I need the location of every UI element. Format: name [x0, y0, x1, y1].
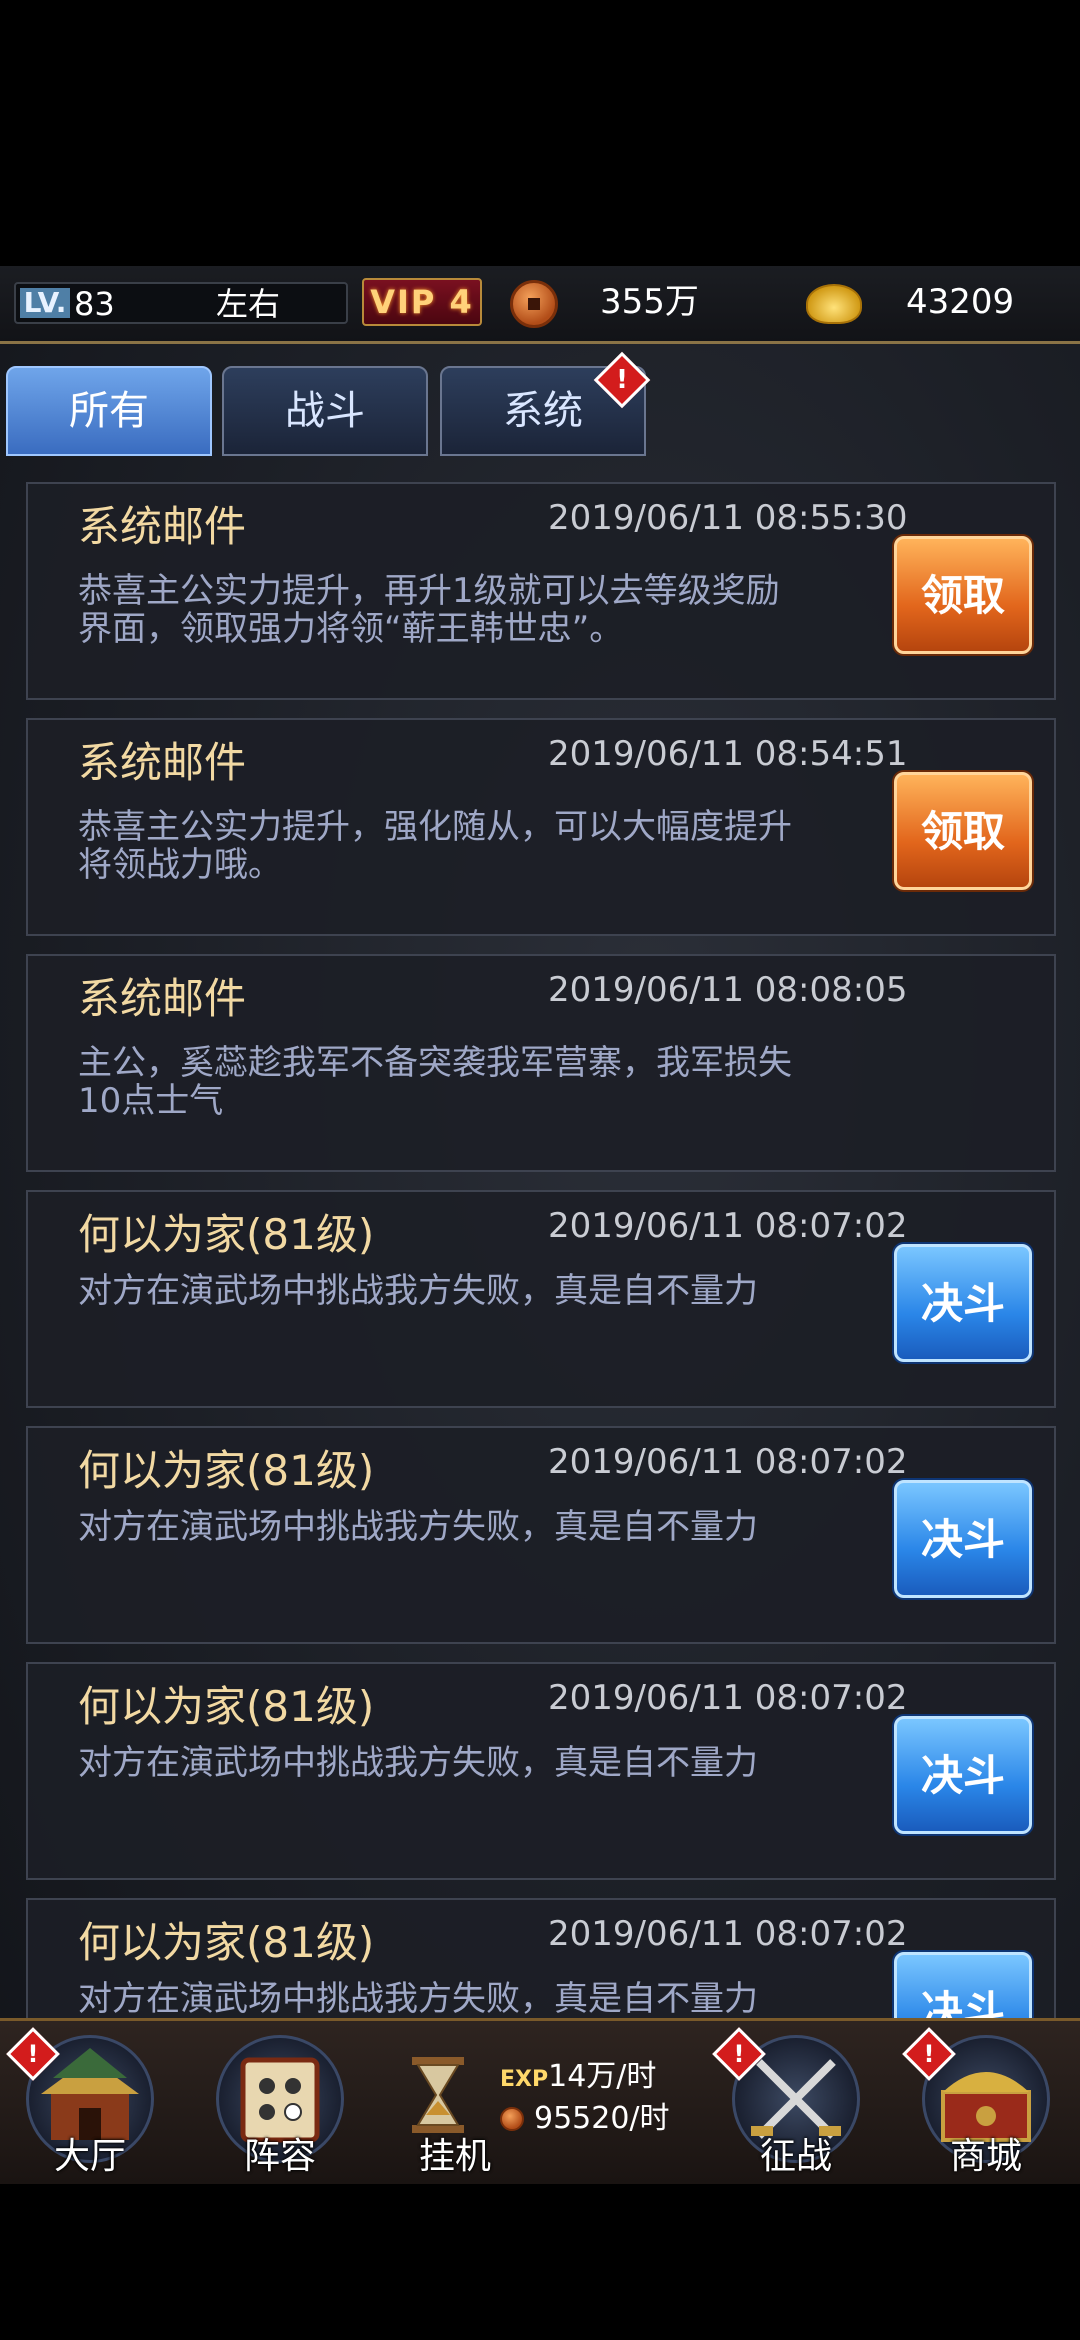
coin-rate-value: 95520/时 — [534, 2101, 670, 2136]
mail-time: 2019/06/11 08:54:51 — [548, 734, 908, 774]
mail-body: 恭喜主公实力提升，再升1级就可以去等级奖励 界面，领取强力将领“蕲王韩世忠”。 — [78, 572, 898, 648]
mail-time: 2019/06/11 08:07:02 — [548, 1442, 908, 1482]
nav-formation-label: 阵容 — [243, 2136, 316, 2177]
alert-mark: ! — [616, 365, 628, 395]
claim-button[interactable]: 领取 — [894, 772, 1032, 890]
mail-body-line: 对方在演武场中挑战我方失败，真是自不量力 — [78, 1507, 758, 1547]
mail-time: 2019/06/11 08:07:02 — [548, 1678, 908, 1718]
mail-item[interactable]: 何以为家(81级) 2019/06/11 08:07:02 对方在演武场中挑战我… — [26, 1426, 1056, 1644]
nav-campaign[interactable]: ! 征战 — [706, 2021, 886, 2184]
mail-body-line: 对方在演武场中挑战我方失败，真是自不量力 — [78, 1271, 758, 1311]
nav-campaign-label: 征战 — [759, 2136, 832, 2177]
mail-body: 恭喜主公实力提升，强化随从，可以大幅度提升 将领战力哦。 — [78, 808, 898, 884]
copper-coin-icon — [500, 2107, 524, 2131]
exp-rate: EXP14万/时 — [500, 2059, 656, 2098]
hourglass-icon — [412, 2057, 464, 2133]
mail-title: 何以为家(81级) — [78, 1446, 375, 1495]
player-name: 左右 — [216, 285, 281, 323]
copper-coin-icon — [510, 280, 558, 328]
coin-rate: 95520/时 — [500, 2101, 670, 2137]
coin-count: 355万 — [600, 282, 699, 322]
nav-idle-label: 挂机 — [418, 2136, 491, 2177]
mail-body-line: 10点士气 — [78, 1081, 224, 1121]
nav-hall-label: 大厅 — [53, 2136, 126, 2177]
mail-title: 何以为家(81级) — [78, 1918, 375, 1967]
mail-time: 2019/06/11 08:07:02 — [548, 1206, 908, 1246]
nav-hall[interactable]: ! 大厅 — [0, 2021, 180, 2184]
level-tag: LV. — [20, 288, 70, 318]
gold-ingot-icon — [806, 284, 862, 324]
mail-body-line: 界面，领取强力将领“蕲王韩世忠”。 — [78, 609, 624, 649]
tab-all[interactable]: 所有 — [6, 366, 212, 456]
alert-mark: ! — [27, 2040, 39, 2068]
mail-item[interactable]: 何以为家(81级) 2019/06/11 08:07:02 对方在演武场中挑战我… — [26, 1190, 1056, 1408]
vip-badge[interactable]: VIP 4 — [362, 278, 482, 326]
alert-mark: ! — [733, 2040, 745, 2068]
mail-title: 何以为家(81级) — [78, 1210, 375, 1259]
mail-body-line: 对方在演武场中挑战我方失败，真是自不量力 — [78, 1979, 758, 2019]
mail-item[interactable]: 系统邮件 2019/06/11 08:55:30 恭喜主公实力提升，再升1级就可… — [26, 482, 1056, 700]
gold-count: 43209 — [906, 282, 1015, 322]
exp-tag: EXP — [500, 2067, 549, 2092]
mail-body-line: 将领战力哦。 — [78, 845, 282, 885]
mail-title: 系统邮件 — [78, 738, 247, 787]
mail-list: 系统邮件 2019/06/11 08:55:30 恭喜主公实力提升，再升1级就可… — [26, 482, 1056, 2134]
player-level-box[interactable]: LV. 83 左右 — [14, 282, 348, 324]
mail-item[interactable]: 系统邮件 2019/06/11 08:54:51 恭喜主公实力提升，强化随从，可… — [26, 718, 1056, 936]
mail-time: 2019/06/11 08:55:30 — [548, 498, 908, 538]
player-level: 83 — [74, 285, 115, 323]
exp-rate-value: 14万/时 — [548, 2059, 657, 2094]
mail-body: 对方在演武场中挑战我方失败，真是自不量力 — [78, 1272, 898, 1310]
mail-body-line: 主公，奚蕊趁我军不备突袭我军营寨，我军损失 — [78, 1043, 792, 1083]
mail-body: 对方在演武场中挑战我方失败，真是自不量力 — [78, 1508, 898, 1546]
mail-time: 2019/06/11 08:07:02 — [548, 1914, 908, 1954]
duel-button[interactable]: 决斗 — [894, 1244, 1032, 1362]
mail-body-line: 对方在演武场中挑战我方失败，真是自不量力 — [78, 1743, 758, 1783]
mail-title: 系统邮件 — [78, 974, 247, 1023]
mail-item[interactable]: 何以为家(81级) 2019/06/11 08:07:02 对方在演武场中挑战我… — [26, 1662, 1056, 1880]
mail-title: 何以为家(81级) — [78, 1682, 375, 1731]
mail-body: 主公，奚蕊趁我军不备突袭我军营寨，我军损失 10点士气 — [78, 1044, 898, 1120]
mail-title: 系统邮件 — [78, 502, 247, 551]
top-status-bar: LV. 83 左右 VIP 4 355万 43209 — [0, 266, 1080, 344]
nav-shop[interactable]: ! 商城 — [896, 2021, 1076, 2184]
alert-mark: ! — [923, 2040, 935, 2068]
mail-body: 对方在演武场中挑战我方失败，真是自不量力 — [78, 1744, 898, 1782]
game-screen: LV. 83 左右 VIP 4 355万 43209 所有 战斗 系统 ! 系统… — [0, 266, 1080, 2184]
duel-button[interactable]: 决斗 — [894, 1480, 1032, 1598]
bottom-nav: ! 大厅 阵容 挂机 EXP14万/时 95520/时 ! 征战 ! 商城 — [0, 2018, 1080, 2184]
mail-item[interactable]: 系统邮件 2019/06/11 08:08:05 主公，奚蕊趁我军不备突袭我军营… — [26, 954, 1056, 1172]
duel-button[interactable]: 决斗 — [894, 1716, 1032, 1834]
nav-shop-label: 商城 — [949, 2136, 1022, 2177]
claim-button[interactable]: 领取 — [894, 536, 1032, 654]
mail-body-line: 恭喜主公实力提升，再升1级就可以去等级奖励 — [78, 571, 780, 611]
mail-body-line: 恭喜主公实力提升，强化随从，可以大幅度提升 — [78, 807, 792, 847]
mail-time: 2019/06/11 08:08:05 — [548, 970, 908, 1010]
tab-battle[interactable]: 战斗 — [222, 366, 428, 456]
nav-formation[interactable]: 阵容 — [190, 2021, 370, 2184]
mail-body: 对方在演武场中挑战我方失败，真是自不量力 — [78, 1980, 898, 2018]
